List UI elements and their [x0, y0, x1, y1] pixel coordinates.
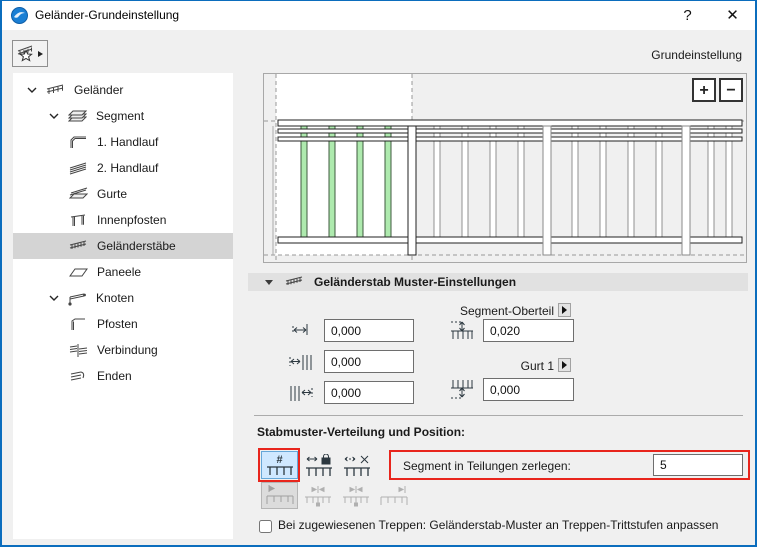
rails-icon — [69, 187, 92, 202]
segment-top-flyout-button[interactable] — [558, 303, 571, 317]
handrail-1-icon — [69, 135, 92, 150]
collapse-triangle-icon — [265, 279, 273, 285]
top-offset-input[interactable] — [483, 319, 574, 342]
tree-item-pfosten[interactable]: Pfosten — [13, 311, 233, 337]
first-baluster-offset-icon — [290, 321, 314, 343]
handrail-2-icon — [69, 161, 92, 176]
chevron-down-icon[interactable] — [27, 85, 46, 95]
tree-item-gurte[interactable]: Gurte — [13, 181, 233, 207]
spacing-free-icon — [344, 455, 368, 464]
railing-preview-drawing — [264, 74, 746, 262]
fixed-spacing-toggle[interactable] — [300, 451, 337, 479]
center-pattern-toggle[interactable] — [299, 482, 336, 509]
tree-item-1-handlauf[interactable]: 1. Handlauf — [13, 129, 233, 155]
connection-icon — [69, 343, 92, 358]
zoom-in-button[interactable]: + — [692, 78, 716, 102]
top-offset-icon — [449, 319, 476, 342]
flyout-arrow-icon — [562, 306, 567, 314]
division-count-input[interactable] — [653, 454, 743, 476]
tree-item-2-handlauf[interactable]: 2. Handlauf — [13, 155, 233, 181]
segment-icon — [68, 109, 91, 124]
zoom-out-button[interactable]: − — [719, 78, 743, 102]
settings-tree: Geländer Segment 1. Handlauf 2. Handlauf… — [13, 73, 233, 539]
left-spacing-input[interactable] — [324, 350, 414, 373]
right-spacing-icon — [288, 383, 314, 405]
help-button[interactable]: ? — [665, 1, 710, 30]
tree-item-enden[interactable]: Enden — [13, 363, 233, 389]
flexible-spacing-toggle[interactable] — [338, 451, 375, 479]
favorites-button[interactable] — [12, 40, 48, 67]
tree-item-verbindung[interactable]: Verbindung — [13, 337, 233, 363]
stair-option-label: Bei zugewiesenen Treppen: Geländerstab-M… — [278, 518, 719, 532]
balusters-icon — [69, 239, 92, 254]
division-label: Segment in Teilungen zerlegen: — [403, 459, 571, 473]
bottom-offset-input[interactable] — [483, 378, 574, 401]
panels-icon — [69, 265, 92, 280]
ends-icon — [69, 369, 92, 384]
justify-start-icon — [266, 485, 293, 504]
title-bar: Geländer-Grundeinstellung ? ✕ — [2, 1, 755, 30]
right-spacing-input[interactable] — [324, 381, 414, 404]
center-division-toggle[interactable] — [337, 482, 374, 509]
pattern-section-header[interactable]: Geländerstab Muster-Einstellungen — [248, 273, 748, 291]
archicad-logo-icon — [11, 7, 28, 24]
left-spacing-icon — [288, 352, 314, 374]
segment-top-flyout-label: Segment-Oberteil — [459, 304, 554, 318]
gurt1-flyout-label: Gurt 1 — [520, 359, 554, 373]
justify-start-toggle[interactable] — [261, 482, 298, 509]
center-division-icon — [342, 486, 369, 507]
node-icon — [68, 291, 91, 306]
tree-item-paneele[interactable]: Paneele — [13, 259, 233, 285]
window-title: Geländer-Grundeinstellung — [35, 8, 180, 22]
gurt1-flyout-button[interactable] — [558, 358, 571, 372]
chevron-down-icon[interactable] — [49, 293, 68, 303]
tree-item-innenpfosten[interactable]: Innenpfosten — [13, 207, 233, 233]
close-button[interactable]: ✕ — [710, 1, 755, 30]
tree-item-segment[interactable]: Segment — [13, 103, 233, 129]
center-pattern-icon — [304, 486, 331, 507]
tree-item-gelaender[interactable]: Geländer — [13, 77, 233, 103]
stair-option-checkbox[interactable] — [259, 520, 272, 533]
inner-posts-icon — [69, 213, 92, 228]
bottom-offset-icon — [449, 378, 476, 401]
favorites-railing-star-icon — [17, 45, 43, 62]
baluster-comb-icon — [305, 467, 332, 476]
first-baluster-offset-input[interactable] — [324, 319, 414, 342]
tree-item-gelaenderstaebe[interactable]: Geländerstäbe — [13, 233, 233, 259]
baluster-comb-icon — [343, 467, 370, 476]
highlight-divide-toggle — [258, 448, 300, 482]
distribution-title: Stabmuster-Verteilung und Position: — [257, 425, 466, 439]
spacing-lock-icon — [306, 454, 330, 465]
stair-option-row: Bei zugewiesenen Treppen: Geländerstab-M… — [259, 518, 718, 533]
chevron-down-icon[interactable] — [49, 111, 68, 121]
railing-icon — [46, 83, 69, 98]
justify-end-toggle[interactable] — [375, 482, 412, 509]
dialog-toolbar: Grundeinstellung — [2, 30, 755, 73]
section-separator — [254, 415, 743, 416]
balusters-icon — [285, 275, 304, 290]
mode-label: Grundeinstellung — [651, 48, 742, 62]
flyout-arrow-icon — [562, 361, 567, 369]
railing-settings-dialog: Geländer-Grundeinstellung ? ✕ Grundeinst… — [0, 0, 757, 547]
justify-end-icon — [380, 486, 407, 505]
tree-item-knoten[interactable]: Knoten — [13, 285, 233, 311]
post-icon — [69, 317, 92, 332]
highlight-division-field: Segment in Teilungen zerlegen: — [389, 450, 750, 480]
railing-preview[interactable]: + − — [263, 73, 747, 263]
pattern-section-title: Geländerstab Muster-Einstellungen — [314, 275, 517, 289]
